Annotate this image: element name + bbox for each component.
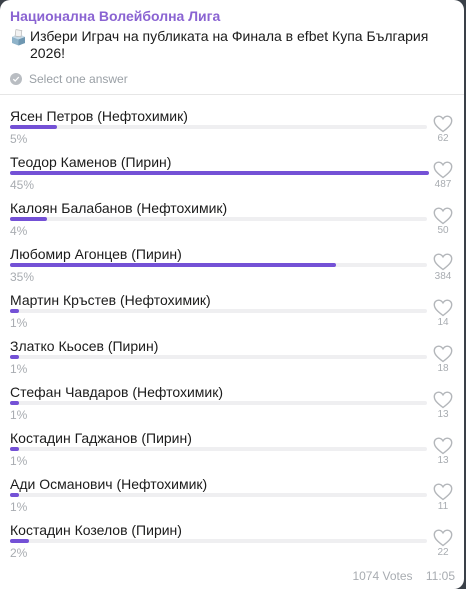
poll-result-bar — [10, 447, 19, 451]
heart-icon[interactable] — [433, 391, 453, 409]
poll-result-track — [10, 263, 427, 267]
poll-result-bar — [10, 401, 19, 405]
poll-message: Национална Волейболна Лига Избери Играч … — [0, 0, 464, 589]
channel-name[interactable]: Национална Волейболна Лига — [10, 7, 454, 25]
poll-result-track — [10, 309, 427, 313]
poll-option-label: Ади Османович (Нефтохимик) — [10, 476, 208, 492]
check-circle-icon — [10, 73, 22, 85]
heart-icon[interactable] — [433, 299, 453, 317]
poll-option-label: Златко Кьосев (Пирин) — [10, 338, 159, 354]
poll-option-votes: 50 — [437, 225, 449, 236]
poll-result-track — [10, 171, 429, 175]
heart-icon[interactable] — [433, 529, 453, 547]
poll-option[interactable]: Костадин Козелов (Пирин) 2% 22 — [0, 522, 464, 568]
poll-option-votes: 384 — [434, 271, 452, 282]
poll-result-track — [10, 125, 427, 129]
poll-option-percent: 1% — [10, 362, 28, 376]
heart-icon[interactable] — [433, 161, 453, 179]
poll-option-label: Теодор Каменов (Пирин) — [10, 154, 172, 170]
poll-result-bar — [10, 171, 429, 175]
poll-option-label: Ясен Петров (Нефтохимик) — [10, 108, 188, 124]
heart-icon[interactable] — [433, 207, 453, 225]
poll-option[interactable]: Ади Османович (Нефтохимик) 1% 11 — [0, 476, 464, 522]
poll-instruction-text: Select one answer — [29, 72, 128, 86]
poll-result-bar — [10, 263, 336, 267]
poll-option-percent: 1% — [10, 454, 28, 468]
poll-result-bar — [10, 493, 19, 497]
poll-result-bar — [10, 217, 47, 221]
poll-result-track — [10, 539, 427, 543]
poll-result-track — [10, 355, 427, 359]
poll-option-percent: 4% — [10, 224, 28, 238]
poll-option[interactable]: Любомир Агонцев (Пирин) 35% 384 — [0, 246, 464, 292]
poll-option-label: Любомир Агонцев (Пирин) — [10, 246, 182, 262]
poll-result-track — [10, 217, 427, 221]
poll-option[interactable]: Теодор Каменов (Пирин) 45% 487 — [0, 154, 464, 200]
poll-option[interactable]: Мартин Кръстев (Нефтохимик) 1% 14 — [0, 292, 464, 338]
poll-result-track — [10, 493, 427, 497]
poll-option-percent: 45% — [10, 178, 35, 192]
poll-option-label: Мартин Кръстев (Нефтохимик) — [10, 292, 211, 308]
heart-icon[interactable] — [433, 253, 453, 271]
poll-question: Избери Играч на публиката на Финала в ef… — [10, 28, 454, 62]
poll-option-votes: 14 — [437, 317, 449, 328]
heart-icon[interactable] — [433, 483, 453, 501]
poll-option-label: Стефан Чавдаров (Нефтохимик) — [10, 384, 224, 400]
message-time: 11:05 — [425, 569, 455, 583]
poll-option-votes: 62 — [437, 133, 449, 144]
heart-icon[interactable] — [433, 437, 453, 455]
poll-option-percent: 2% — [10, 546, 28, 560]
heart-icon[interactable] — [433, 345, 453, 363]
poll-option-percent: 1% — [10, 500, 28, 514]
poll-instruction: Select one answer — [10, 71, 454, 87]
poll-option-percent: 1% — [10, 408, 28, 422]
poll-option-votes: 13 — [437, 409, 449, 420]
poll-option-percent: 5% — [10, 132, 28, 146]
poll-result-track — [10, 447, 427, 451]
total-votes: 1074 Votes — [352, 569, 413, 583]
ballot-box-icon — [10, 29, 30, 62]
poll-result-bar — [10, 355, 19, 359]
poll-option-votes: 487 — [434, 179, 452, 190]
poll-result-track — [10, 401, 427, 405]
poll-option[interactable]: Стефан Чавдаров (Нефтохимик) 1% 13 — [0, 384, 464, 430]
poll-option-label: Костадин Козелов (Пирин) — [10, 522, 182, 538]
poll-option-percent: 35% — [10, 270, 35, 284]
poll-result-bar — [10, 539, 29, 543]
poll-option[interactable]: Ясен Петров (Нефтохимик) 5% 62 — [0, 108, 464, 154]
poll-header: Национална Волейболна Лига Избери Играч … — [0, 0, 464, 87]
poll-question-text: Избери Играч на публиката на Финала в ef… — [30, 28, 429, 61]
poll-result-bar — [10, 309, 19, 313]
poll-option[interactable]: Костадин Гаджанов (Пирин) 1% 13 — [0, 430, 464, 476]
poll-option-votes: 22 — [437, 547, 449, 558]
poll-option-votes: 13 — [437, 455, 449, 466]
header-divider — [0, 94, 464, 95]
poll-option-votes: 18 — [437, 363, 449, 374]
poll-option[interactable]: Златко Кьосев (Пирин) 1% 18 — [0, 338, 464, 384]
poll-option-label: Калоян Балабанов (Нефтохимик) — [10, 200, 228, 216]
heart-icon[interactable] — [433, 115, 453, 133]
poll-option[interactable]: Калоян Балабанов (Нефтохимик) 4% 50 — [0, 200, 464, 246]
poll-result-bar — [10, 125, 57, 129]
poll-option-percent: 1% — [10, 316, 28, 330]
message-footer: 1074 Votes 11:05 — [352, 569, 455, 583]
poll-option-label: Костадин Гаджанов (Пирин) — [10, 430, 192, 446]
poll-option-votes: 11 — [437, 501, 449, 512]
